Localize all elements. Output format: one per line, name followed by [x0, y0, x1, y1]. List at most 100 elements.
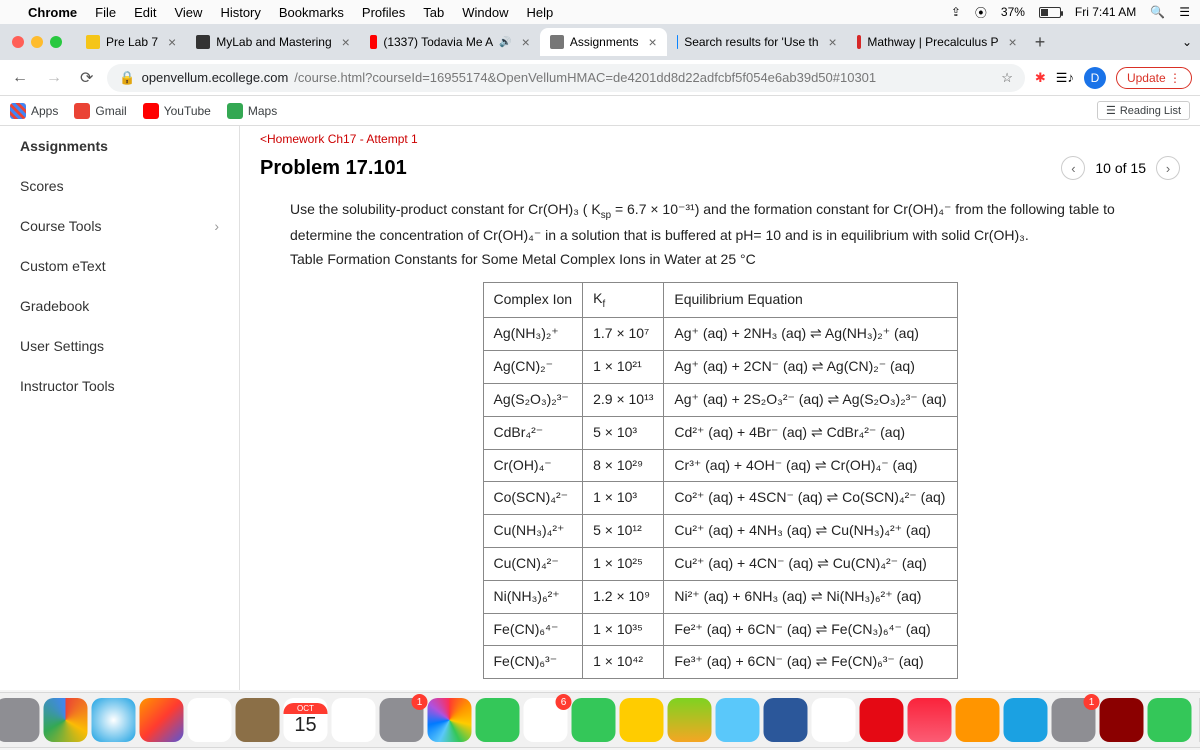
tab-search[interactable]: Search results for 'Use th× — [667, 28, 847, 56]
browser-toolbar: ← → ⟳ 🔒 openvellum.ecollege.com/course.h… — [0, 60, 1200, 96]
audio-icon[interactable]: 🔊 — [499, 37, 511, 48]
close-window-button[interactable] — [12, 36, 24, 48]
sidebar-item-etext[interactable]: Custom eText — [0, 246, 239, 286]
reload-button[interactable]: ⟳ — [76, 68, 97, 88]
table-caption: Table Formation Constants for Some Metal… — [290, 251, 756, 267]
extension-icon[interactable]: ✱ — [1035, 70, 1046, 86]
badge: 6 — [556, 694, 572, 710]
menu-bookmarks[interactable]: Bookmarks — [279, 5, 344, 20]
dock-books[interactable] — [956, 698, 1000, 742]
spotlight-icon[interactable]: 🔍 — [1150, 5, 1165, 19]
close-tab-icon[interactable]: × — [168, 34, 176, 50]
dock-simcity[interactable] — [1148, 698, 1192, 742]
dock-mail[interactable]: 6 — [524, 698, 568, 742]
dock-weather[interactable] — [716, 698, 760, 742]
menu-edit[interactable]: Edit — [134, 5, 156, 20]
apps-button[interactable]: Apps — [10, 103, 58, 119]
close-tab-icon[interactable]: × — [342, 34, 350, 50]
control-center-icon[interactable]: ☰ — [1179, 5, 1190, 19]
battery-icon[interactable] — [1039, 7, 1061, 18]
bluetooth-icon[interactable]: ⇪ — [951, 5, 961, 19]
close-tab-icon[interactable]: × — [522, 34, 530, 50]
prev-problem-button[interactable]: ‹ — [1061, 156, 1085, 180]
address-bar[interactable]: 🔒 openvellum.ecollege.com/course.html?co… — [107, 64, 1024, 92]
wifi-icon[interactable]: ⦿ — [975, 4, 987, 21]
cell-kf: 1 × 10²¹ — [583, 351, 664, 384]
maximize-window-button[interactable] — [50, 36, 62, 48]
dock-netflix[interactable] — [860, 698, 904, 742]
sidebar-item-instructor[interactable]: Instructor Tools — [0, 366, 239, 406]
cell-kf: 1 × 10⁴² — [583, 646, 664, 679]
dock-facetime[interactable] — [572, 698, 616, 742]
minimize-window-button[interactable] — [31, 36, 43, 48]
dock-appstore[interactable] — [1004, 698, 1048, 742]
next-problem-button[interactable]: › — [1156, 156, 1180, 180]
sidebar-item-assignments[interactable]: Assignments — [0, 126, 239, 166]
badge: 1 — [412, 694, 428, 710]
page-content: Assignments Scores Course Tools› Custom … — [0, 126, 1200, 690]
sidebar-item-usersettings[interactable]: User Settings — [0, 326, 239, 366]
close-tab-icon[interactable]: × — [829, 34, 837, 50]
profile-avatar[interactable]: D — [1084, 67, 1106, 89]
cell-kf: 8 × 10²⁹ — [583, 449, 664, 482]
bookmark-youtube[interactable]: YouTube — [143, 103, 211, 119]
update-button[interactable]: Update ⋮ — [1116, 67, 1192, 89]
menu-tab[interactable]: Tab — [423, 5, 444, 20]
back-button[interactable]: ← — [8, 69, 32, 87]
menu-file[interactable]: File — [95, 5, 116, 20]
menu-profiles[interactable]: Profiles — [362, 5, 405, 20]
cell-ion: Cr(OH)₄⁻ — [483, 449, 583, 482]
dock-word[interactable] — [764, 698, 808, 742]
dock-calendar[interactable]: OCT15 — [284, 698, 328, 742]
dock-safari[interactable] — [92, 698, 136, 742]
tab-prelab[interactable]: Pre Lab 7× — [76, 28, 186, 56]
dock-game[interactable] — [1100, 698, 1144, 742]
dock-music[interactable] — [908, 698, 952, 742]
bookmark-gmail[interactable]: Gmail — [74, 103, 126, 119]
breadcrumb[interactable]: <Homework Ch17 - Attempt 1 — [260, 126, 1180, 148]
bookmark-label: Gmail — [95, 104, 126, 118]
reading-list-button[interactable]: ☰ Reading List — [1097, 101, 1190, 120]
menu-help[interactable]: Help — [527, 5, 554, 20]
dock-launchpad[interactable] — [0, 698, 40, 742]
dock-gimp[interactable] — [236, 698, 280, 742]
problem-text: Use the solubility-product constant for … — [290, 198, 1150, 272]
close-tab-icon[interactable]: × — [649, 34, 657, 50]
close-tab-icon[interactable]: × — [1009, 34, 1017, 50]
dock-messages[interactable] — [476, 698, 520, 742]
tab-strip: Pre Lab 7× MyLab and Mastering× (1337) T… — [0, 24, 1200, 60]
reading-list-icon[interactable]: ☰♪ — [1056, 70, 1074, 86]
clock[interactable]: Fri 7:41 AM — [1075, 5, 1136, 19]
url-domain: openvellum.ecollege.com — [142, 70, 289, 85]
menu-history[interactable]: History — [220, 5, 260, 20]
tab-mylab[interactable]: MyLab and Mastering× — [186, 28, 360, 56]
tab-assignments[interactable]: Assignments× — [540, 28, 667, 56]
sidebar-item-coursetools[interactable]: Course Tools› — [0, 206, 239, 246]
cell-ion: Fe(CN)₆³⁻ — [483, 646, 583, 679]
bookmark-star-icon[interactable]: ☆ — [1001, 70, 1013, 86]
bookmark-maps[interactable]: Maps — [227, 103, 277, 119]
cell-ion: Ni(NH₃)₆²⁺ — [483, 580, 583, 613]
tab-youtube[interactable]: (1337) Todavia Me A🔊× — [360, 28, 540, 56]
tab-mathway[interactable]: Mathway | Precalculus P× — [847, 28, 1027, 56]
th-kf: Kf — [583, 283, 664, 318]
menu-window[interactable]: Window — [462, 5, 508, 20]
menu-view[interactable]: View — [174, 5, 202, 20]
dock-preview[interactable] — [188, 698, 232, 742]
dock-screenshot[interactable] — [812, 698, 856, 742]
dock-notes[interactable] — [620, 698, 664, 742]
tab-overflow-icon[interactable]: ⌄ — [1182, 35, 1192, 49]
dock-reminders[interactable] — [332, 698, 376, 742]
forward-button[interactable]: → — [42, 69, 66, 87]
app-name[interactable]: Chrome — [28, 5, 77, 20]
dock-photos[interactable] — [428, 698, 472, 742]
dock-settings[interactable]: 1 — [1052, 698, 1096, 742]
new-tab-button[interactable]: + — [1027, 32, 1054, 53]
dock-maps[interactable] — [668, 698, 712, 742]
sidebar-item-gradebook[interactable]: Gradebook — [0, 286, 239, 326]
dock-sysprefs[interactable]: 1 — [380, 698, 424, 742]
sidebar-item-scores[interactable]: Scores — [0, 166, 239, 206]
dock-chrome[interactable] — [44, 698, 88, 742]
dock-firefox[interactable] — [140, 698, 184, 742]
cell-kf: 5 × 10¹² — [583, 515, 664, 548]
